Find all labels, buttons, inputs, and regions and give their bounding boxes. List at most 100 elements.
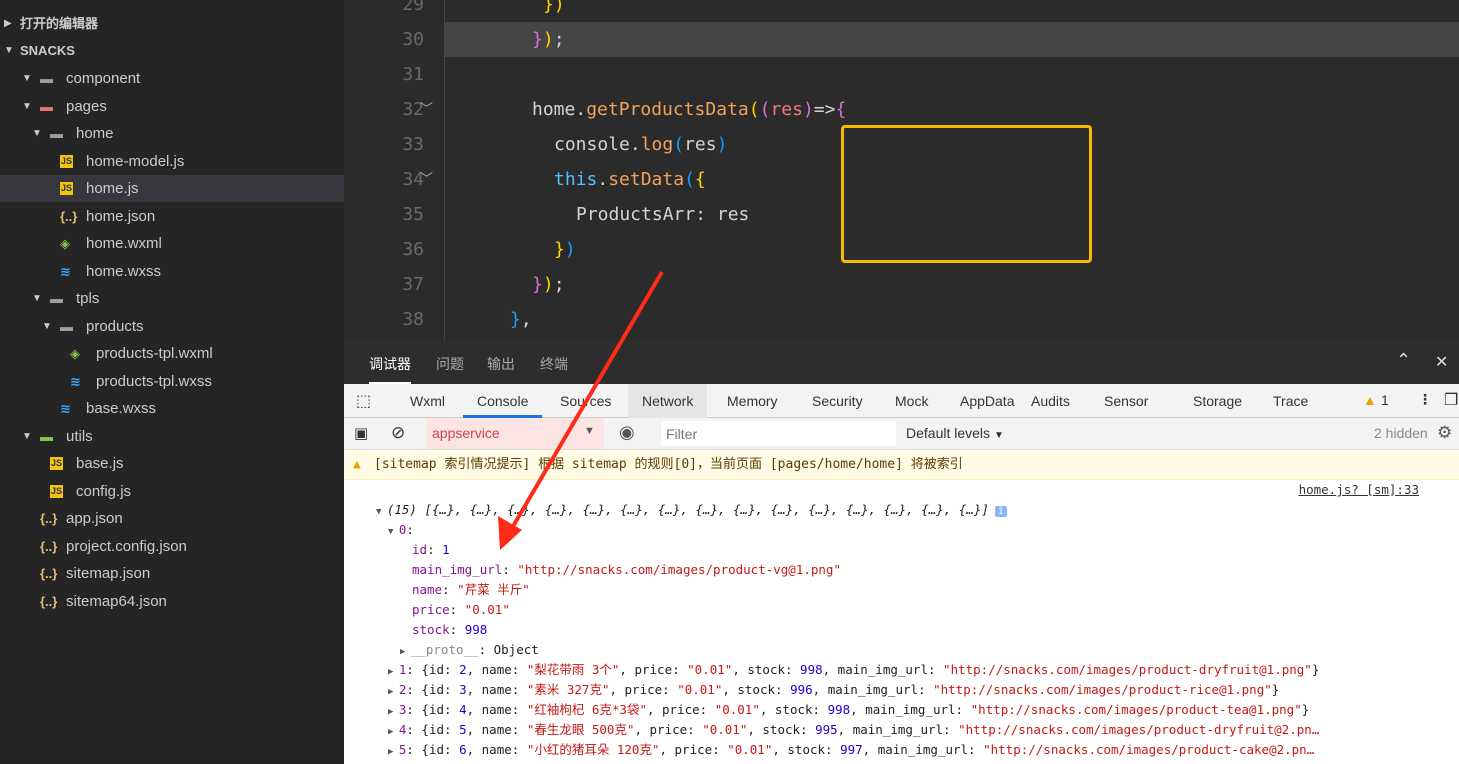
- inspect-icon[interactable]: ⬚: [356, 391, 371, 411]
- tree-item-home[interactable]: ▼ ▬ home: [0, 120, 344, 147]
- tab-wxml[interactable]: Wxml: [396, 384, 459, 418]
- tree-item-label: products: [86, 318, 144, 335]
- tree-item-home-wxml[interactable]: ◈ home.wxml: [0, 230, 344, 257]
- console-row[interactable]: main_img_url: "http://snacks.com/images/…: [412, 560, 841, 580]
- console-row[interactable]: ▼ 0:: [388, 520, 414, 540]
- settings-gear-icon[interactable]: ⚙: [1437, 423, 1452, 443]
- console-row[interactable]: ▶ 4: {id: 5, name: "春生龙眼 500克", price: "…: [388, 720, 1319, 740]
- chevron-down-icon[interactable]: ▼: [22, 423, 32, 450]
- tab-sources[interactable]: Sources: [546, 384, 625, 418]
- tree-item-products-tpl-wxss[interactable]: ≋ products-tpl.wxss: [0, 368, 344, 395]
- code-line[interactable]: 37});: [344, 267, 1459, 302]
- tree-item-project-config-json[interactable]: {..} project.config.json: [0, 533, 344, 560]
- tree-item-app-json[interactable]: {..} app.json: [0, 505, 344, 532]
- expand-arrow-icon[interactable]: ▶: [400, 647, 411, 657]
- filter-input[interactable]: [661, 421, 896, 446]
- tab-console[interactable]: Console: [463, 384, 543, 418]
- chevron-up-icon[interactable]: ⌃: [1396, 350, 1411, 371]
- code-line[interactable]: 38},: [344, 302, 1459, 337]
- code-line[interactable]: 31: [344, 57, 1459, 92]
- tree-item-config-js[interactable]: JS config.js: [0, 478, 344, 505]
- code-token: console.: [554, 134, 641, 155]
- expand-arrow-icon[interactable]: ▶: [388, 687, 399, 697]
- tab-storage[interactable]: Storage: [1179, 384, 1256, 418]
- console-row[interactable]: ▶ 3: {id: 4, name: "红袖枸杞 6克*3袋", price: …: [388, 700, 1309, 720]
- tree-item-sitemap-json[interactable]: {..} sitemap.json: [0, 560, 344, 587]
- console-row[interactable]: ▶ 5: {id: 6, name: "小红的猪耳朵 120克", price:…: [388, 740, 1314, 760]
- fold-chevron-icon[interactable]: ﹀: [420, 162, 433, 197]
- chevron-down-icon[interactable]: ▼: [42, 313, 52, 340]
- tree-item-label: base.wxss: [86, 400, 157, 417]
- console-row[interactable]: name: "芹菜 半斤": [412, 580, 530, 600]
- tree-item-sitemap64-json[interactable]: {..} sitemap64.json: [0, 588, 344, 615]
- tab-mock[interactable]: Mock: [881, 384, 942, 418]
- code-line[interactable]: 32 ﹀ home.getProductsData((res)=>{: [344, 92, 1459, 127]
- tree-item-tpls[interactable]: ▼ ▬ tpls: [0, 285, 344, 312]
- expand-arrow-icon[interactable]: ▶: [388, 667, 399, 677]
- tree-item-home-wxss[interactable]: ≋ home.wxss: [0, 258, 344, 285]
- code-line[interactable]: 29}): [344, 0, 1459, 22]
- tab-network[interactable]: Network: [628, 384, 708, 418]
- chevron-down-icon[interactable]: ▼: [32, 285, 42, 312]
- console-row[interactable]: ▶ 2: {id: 3, name: "素米 327克", price: "0.…: [388, 680, 1279, 700]
- expand-arrow-icon[interactable]: ▶: [388, 747, 399, 757]
- sidebar-toggle-icon[interactable]: ▣: [354, 424, 368, 442]
- expand-arrow-icon[interactable]: ▼: [376, 507, 387, 517]
- tab-audits[interactable]: Audits: [1017, 384, 1084, 418]
- tree-item-snacks[interactable]: ▼ SNACKS: [0, 37, 344, 64]
- line-number: 35: [402, 204, 424, 225]
- tree-item-home-json[interactable]: {..} home.json: [0, 203, 344, 230]
- tree-item--[interactable]: ▶ 打开的编辑器: [0, 10, 344, 37]
- source-link[interactable]: home.js? [sm]:33: [1299, 482, 1419, 497]
- code-editor[interactable]: 29}) 30}); 31 32 ﹀ home.getProductsData((res)…: [344, 0, 1459, 340]
- tab-trace[interactable]: Trace: [1259, 384, 1322, 418]
- console-row[interactable]: ▶ __proto__: Object: [400, 640, 539, 660]
- expand-arrow-icon[interactable]: ▶: [388, 727, 399, 737]
- console-row[interactable]: stock: 998: [412, 620, 487, 640]
- console-token: , name:: [466, 742, 527, 757]
- expand-arrow-icon[interactable]: ▼: [388, 527, 399, 537]
- tree-item-home-js[interactable]: JS home.js: [0, 175, 344, 202]
- console-token: 998: [464, 622, 488, 637]
- tree-item-products-tpl-wxml[interactable]: ◈ products-tpl.wxml: [0, 340, 344, 367]
- tree-item-home-model-js[interactable]: JS home-model.js: [0, 148, 344, 175]
- context-select[interactable]: appservice ▼: [426, 418, 604, 449]
- code-line[interactable]: 30});: [402, 22, 1459, 57]
- console-row[interactable]: price: "0.01": [412, 600, 510, 620]
- tree-item-base-js[interactable]: JS base.js: [0, 450, 344, 477]
- tab-problems[interactable]: 问题: [436, 354, 464, 374]
- console-row[interactable]: id: 1: [412, 540, 450, 560]
- tab-sensor[interactable]: Sensor: [1090, 384, 1162, 418]
- warning-count[interactable]: 1: [1381, 392, 1389, 408]
- eye-icon[interactable]: ◉: [619, 422, 635, 443]
- tree-item-pages[interactable]: ▼ ▬ pages: [0, 93, 344, 120]
- more-icon[interactable]: ⋮: [1418, 391, 1432, 408]
- tab-debugger[interactable]: 调试器: [369, 354, 411, 384]
- chevron-down-icon[interactable]: ▼: [4, 37, 14, 64]
- tree-item-utils[interactable]: ▼ ▬ utils: [0, 423, 344, 450]
- console-row[interactable]: ▶ 1: {id: 2, name: "梨花带雨 3个", price: "0.…: [388, 660, 1319, 680]
- chevron-down-icon[interactable]: ▼: [32, 120, 42, 147]
- console-token: , price:: [634, 722, 703, 737]
- console-token: "http://snacks.com/images/product-dryfru…: [943, 662, 1312, 677]
- clear-console-icon[interactable]: ⊘: [391, 423, 405, 443]
- console-token: , main_img_url:: [837, 722, 959, 737]
- fold-chevron-icon[interactable]: ﹀: [420, 92, 433, 127]
- console-row[interactable]: ▼ (15) [{…}, {…}, {…}, {…}, {…}, {…}, {……: [376, 500, 1007, 520]
- chevron-down-icon[interactable]: ▼: [22, 65, 32, 92]
- dock-icon[interactable]: ❐: [1444, 390, 1458, 410]
- tab-output[interactable]: 输出: [487, 354, 515, 374]
- log-levels-select[interactable]: Default levels ▼: [906, 425, 1004, 441]
- info-icon[interactable]: i: [994, 506, 1007, 517]
- close-icon[interactable]: ✕: [1435, 352, 1448, 372]
- tree-item-component[interactable]: ▼ ▬ component: [0, 65, 344, 92]
- tree-item-base-wxss[interactable]: ≋ base.wxss: [0, 395, 344, 422]
- tab-memory[interactable]: Memory: [713, 384, 792, 418]
- chevron-down-icon[interactable]: ▼: [22, 93, 32, 120]
- chevron-right-icon[interactable]: ▶: [4, 10, 12, 37]
- console-token: main_img_url: [412, 562, 503, 577]
- tab-security[interactable]: Security: [798, 384, 877, 418]
- tab-terminal[interactable]: 终端: [540, 354, 568, 374]
- tree-item-products[interactable]: ▼ ▬ products: [0, 313, 344, 340]
- expand-arrow-icon[interactable]: ▶: [388, 707, 399, 717]
